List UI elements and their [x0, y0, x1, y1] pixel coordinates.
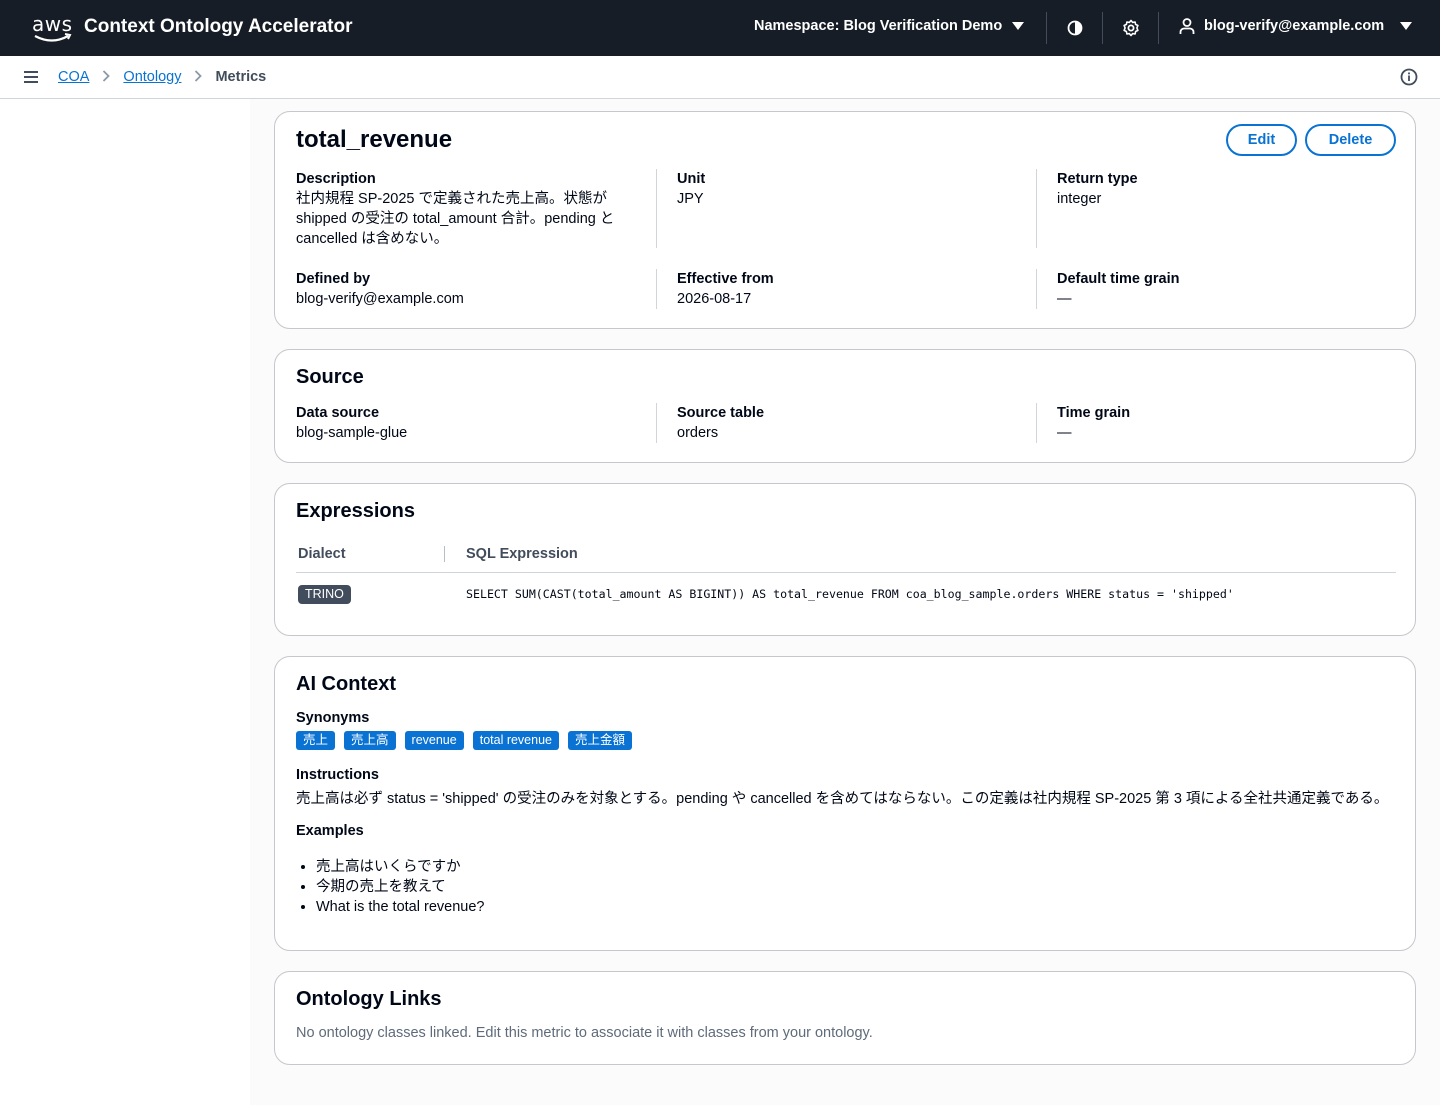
- list-item: 今期の売上を教えて: [316, 877, 484, 897]
- settings-icon[interactable]: [1121, 18, 1141, 38]
- table-divider: [296, 572, 1396, 573]
- side-navigation-collapsed: [0, 99, 250, 1105]
- contrast-icon[interactable]: [1065, 18, 1085, 38]
- column-divider: [1036, 269, 1037, 309]
- section-title: Ontology Links: [296, 988, 442, 1010]
- user-icon: [1179, 18, 1195, 34]
- description-line: cancelled は含めない。: [296, 231, 449, 247]
- defined-by-label: Defined by: [296, 271, 371, 287]
- synonym-tags: 売上 売上高 revenue total revenue 売上金額: [296, 731, 633, 750]
- column-divider: [1036, 169, 1037, 248]
- column-divider: [656, 169, 657, 248]
- examples-list: 売上高はいくらですか 今期の売上を教えて What is the total r…: [296, 857, 484, 917]
- default-time-grain-value: —: [1057, 291, 1072, 307]
- unit-field: Unit JPY: [677, 169, 1017, 209]
- return-type-field: Return type integer: [1057, 169, 1397, 209]
- expressions-card: Expressions Dialect SQL Expression TRINO…: [274, 483, 1416, 636]
- instructions-text: 売上高は必ず status = 'shipped' の受注のみを対象とする。pe…: [296, 791, 1389, 807]
- namespace-selector[interactable]: Namespace: Blog Verification Demo: [754, 18, 1025, 34]
- synonym-tag: 売上: [296, 731, 336, 750]
- column-header-dialect[interactable]: Dialect: [298, 546, 346, 562]
- sql-expression: SELECT SUM(CAST(total_amount AS BIGINT))…: [466, 587, 1234, 601]
- dialect-badge: TRINO: [298, 585, 351, 604]
- synonym-tag: 売上金額: [568, 731, 633, 750]
- time-grain-field: Time grain —: [1057, 403, 1397, 443]
- time-grain-label: Time grain: [1057, 405, 1131, 421]
- instructions-label: Instructions: [296, 767, 379, 783]
- source-card: Source Data source blog-sample-glue Sour…: [274, 349, 1416, 463]
- ai-context-card: AI Context Synonyms 売上 売上高 revenue total…: [274, 656, 1416, 951]
- metric-details-card: total_revenue Edit Delete Description 社内…: [274, 111, 1416, 329]
- aws-logo[interactable]: aws: [32, 12, 74, 42]
- column-divider: [1036, 403, 1037, 443]
- breadcrumb: COA Ontology Metrics: [58, 69, 266, 85]
- description-line: 社内規程 SP-2025 で定義された売上高。状態が: [296, 191, 607, 207]
- column-divider: [656, 403, 657, 443]
- synonym-tag: 売上高: [344, 731, 396, 750]
- default-time-grain-field: Default time grain —: [1057, 269, 1397, 309]
- divider: [1046, 12, 1047, 44]
- return-type-value: integer: [1057, 191, 1102, 207]
- examples-label: Examples: [296, 823, 364, 839]
- divider: [1102, 12, 1103, 44]
- description-line: shipped の受注の total_amount 合計。pending と: [296, 211, 615, 227]
- time-grain-value: —: [1057, 425, 1072, 441]
- empty-state-text: No ontology classes linked. Edit this me…: [296, 1025, 873, 1041]
- edit-button[interactable]: Edit: [1226, 124, 1297, 156]
- chevron-down-icon: [1400, 22, 1413, 30]
- menu-icon[interactable]: [24, 71, 38, 83]
- delete-button[interactable]: Delete: [1305, 124, 1396, 156]
- breadcrumb-bar: COA Ontology Metrics: [0, 57, 1440, 99]
- synonyms-label: Synonyms: [296, 710, 370, 726]
- data-source-value: blog-sample-glue: [296, 425, 408, 441]
- unit-value: JPY: [677, 191, 704, 207]
- column-divider[interactable]: [444, 546, 445, 562]
- description-label: Description: [296, 171, 376, 187]
- defined-by-value: blog-verify@example.com: [296, 291, 464, 307]
- data-source-field: Data source blog-sample-glue: [296, 403, 636, 443]
- app-title[interactable]: Context Ontology Accelerator: [84, 16, 353, 38]
- section-title: Source: [296, 366, 364, 388]
- effective-from-field: Effective from 2026-08-17: [677, 269, 1017, 309]
- synonym-tag: revenue: [404, 731, 464, 750]
- column-divider: [656, 269, 657, 309]
- breadcrumb-ontology[interactable]: Ontology: [123, 69, 181, 85]
- divider: [1158, 12, 1159, 44]
- breadcrumb-coa[interactable]: COA: [58, 69, 89, 85]
- defined-by-field: Defined by blog-verify@example.com: [296, 269, 636, 309]
- return-type-label: Return type: [1057, 171, 1138, 187]
- smile-arrow-icon: [34, 33, 72, 42]
- list-item: 売上高はいくらですか: [316, 857, 484, 877]
- synonym-tag: total revenue: [472, 731, 559, 750]
- effective-from-value: 2026-08-17: [677, 291, 752, 307]
- chevron-right-icon: [194, 69, 203, 85]
- namespace-label: Namespace: Blog Verification Demo: [754, 18, 1003, 34]
- source-table-field: Source table orders: [677, 403, 1017, 443]
- chevron-right-icon: [102, 69, 111, 85]
- data-source-label: Data source: [296, 405, 380, 421]
- source-table-value: orders: [677, 425, 719, 441]
- user-menu[interactable]: blog-verify@example.com: [1178, 17, 1413, 35]
- description-field: Description 社内規程 SP-2025 で定義された売上高。状態が s…: [296, 169, 636, 249]
- section-title: Expressions: [296, 500, 415, 522]
- info-icon[interactable]: [1400, 68, 1418, 86]
- ontology-links-card: Ontology Links No ontology classes linke…: [274, 971, 1416, 1065]
- source-table-label: Source table: [677, 405, 765, 421]
- page-title: total_revenue: [296, 126, 453, 153]
- column-header-sql[interactable]: SQL Expression: [466, 546, 578, 562]
- section-title: AI Context: [296, 673, 396, 695]
- effective-from-label: Effective from: [677, 271, 774, 287]
- user-email: blog-verify@example.com: [1204, 18, 1385, 34]
- unit-label: Unit: [677, 171, 706, 187]
- default-time-grain-label: Default time grain: [1057, 271, 1180, 287]
- chevron-down-icon: [1012, 22, 1025, 30]
- breadcrumb-current: Metrics: [215, 69, 267, 85]
- top-navigation: aws Context Ontology Accelerator Namespa…: [0, 0, 1440, 56]
- list-item: What is the total revenue?: [316, 897, 484, 917]
